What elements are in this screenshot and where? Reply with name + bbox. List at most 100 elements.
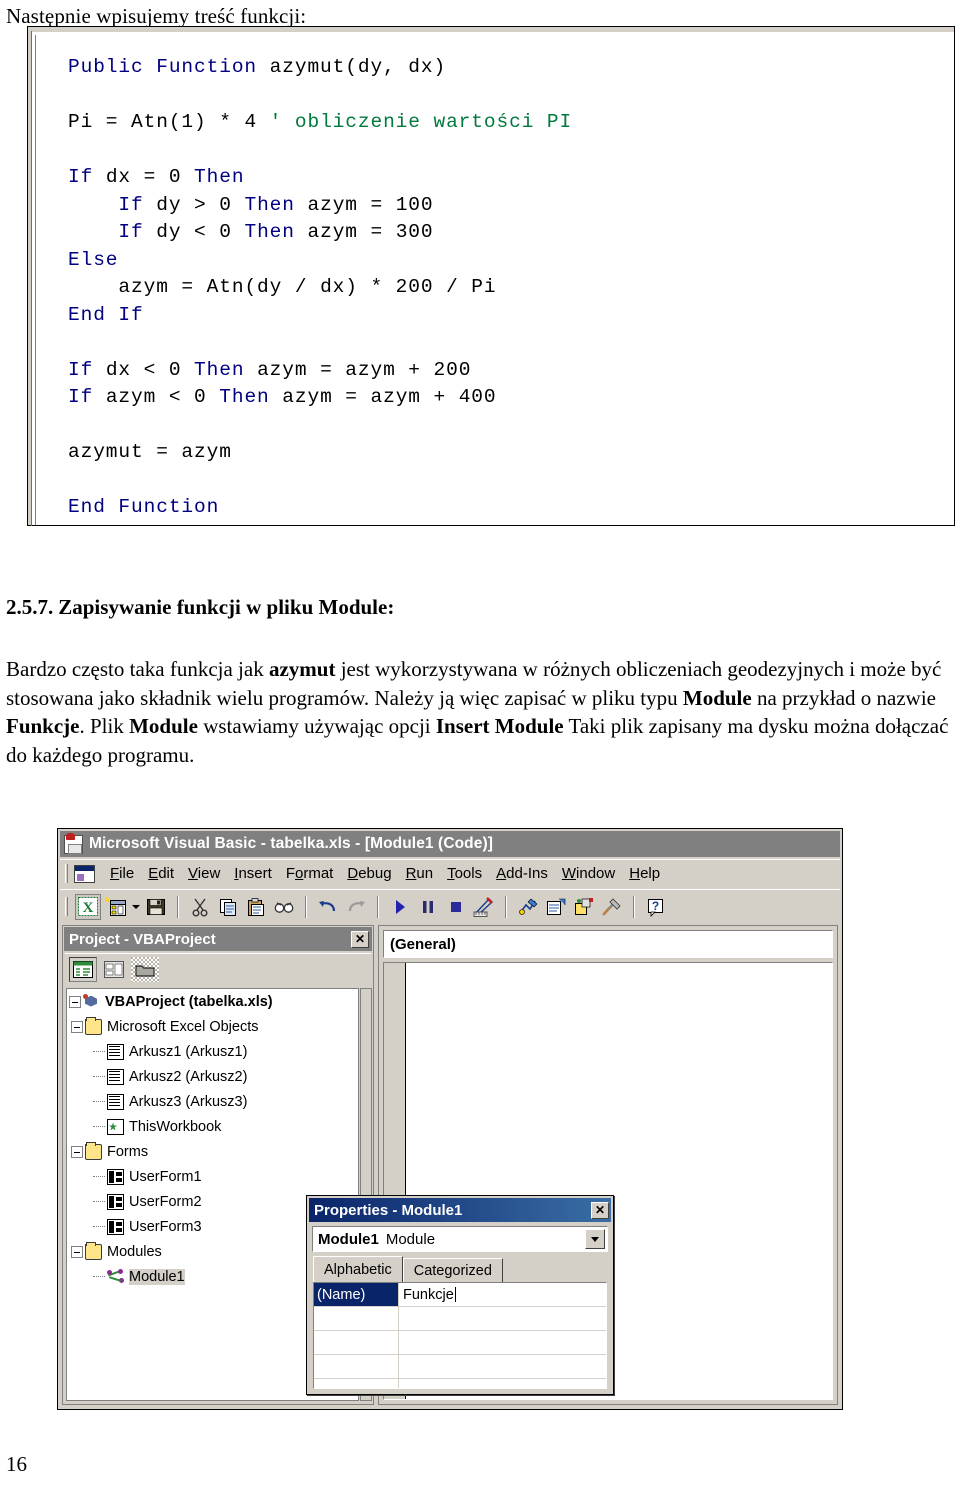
tree-item[interactable]: Arkusz1 (Arkusz1) xyxy=(67,1039,358,1064)
menu-item-insert[interactable]: Insert xyxy=(227,863,279,884)
run-icon[interactable] xyxy=(387,894,413,920)
toolbar-grip[interactable] xyxy=(65,897,68,916)
properties-object-combo[interactable]: Module1 Module xyxy=(312,1226,608,1252)
break-icon[interactable] xyxy=(415,894,441,920)
insert-dropdown-icon[interactable] xyxy=(130,894,142,920)
insert-userform-icon[interactable] xyxy=(103,894,129,920)
code-line: If dx < 0 Then azym = azym + 200 xyxy=(68,358,472,381)
tree-expander-icon[interactable] xyxy=(71,1245,83,1258)
find-icon[interactable] xyxy=(271,894,297,920)
property-value-empty xyxy=(398,1331,606,1354)
code-listing-text: Public Function azymut(dy, dx) Pi = Atn(1… xyxy=(68,54,946,522)
paragraph-emphasis: azymut xyxy=(268,657,336,681)
tree-item[interactable]: ThisWorkbook xyxy=(67,1114,358,1139)
property-row[interactable]: (Name) Funkcje xyxy=(314,1283,606,1307)
menu-item-edit[interactable]: Edit xyxy=(141,863,181,884)
view-code-icon[interactable] xyxy=(69,957,97,982)
undo-icon[interactable] xyxy=(315,894,341,920)
paste-icon[interactable] xyxy=(243,894,269,920)
properties-window-icon[interactable] xyxy=(543,894,569,920)
menu-item-debug[interactable]: Debug xyxy=(340,863,398,884)
tree-item[interactable]: VBAProject (tabelka.xls) xyxy=(67,989,358,1014)
project-explorer-toolbar xyxy=(65,953,371,985)
property-row-empty xyxy=(314,1355,606,1379)
svg-text:X: X xyxy=(83,900,94,916)
menu-item-view[interactable]: View xyxy=(181,863,227,884)
tree-item-label: VBAProject (tabelka.xls) xyxy=(105,993,273,1010)
code-line: If dy > 0 Then azym = 100 xyxy=(118,193,434,216)
menu-item-add-ins[interactable]: Add-Ins xyxy=(489,863,555,884)
property-value-empty xyxy=(398,1307,606,1330)
menu-item-run[interactable]: Run xyxy=(399,863,441,884)
section-title: Zapisywanie funkcji w pliku Module: xyxy=(58,595,395,619)
property-value-input[interactable]: Funkcje xyxy=(398,1283,606,1306)
tree-connector xyxy=(93,1101,105,1102)
project-explorer-title-bar: Project - VBAProject ✕ xyxy=(64,927,372,951)
toolbox-icon[interactable] xyxy=(599,894,625,920)
property-key-empty xyxy=(314,1379,398,1388)
menu-item-window[interactable]: Window xyxy=(555,863,622,884)
property-row-empty xyxy=(314,1307,606,1331)
project-explorer-icon[interactable] xyxy=(515,894,541,920)
toolbar-separator xyxy=(177,895,179,918)
view-object-icon[interactable] xyxy=(100,957,128,982)
code-line: Public Function azymut(dy, dx) xyxy=(68,56,447,78)
menu-item-help[interactable]: Help xyxy=(622,863,667,884)
properties-window: Properties - Module1 ✕ Module1 Module Al… xyxy=(306,1195,614,1395)
menu-item-format[interactable]: Format xyxy=(279,863,341,884)
project-explorer-title: Project - VBAProject xyxy=(69,930,216,948)
cut-icon[interactable] xyxy=(187,894,213,920)
module-icon xyxy=(107,1268,124,1285)
tree-expander-icon[interactable] xyxy=(71,1145,83,1158)
menu-item-tools[interactable]: Tools xyxy=(440,863,489,884)
tree-item[interactable]: Arkusz3 (Arkusz3) xyxy=(67,1089,358,1114)
object-browser-icon[interactable] xyxy=(571,894,597,920)
vb-control-menu-icon[interactable] xyxy=(74,864,95,883)
vbe-title-text: Microsoft Visual Basic - tabelka.xls - [… xyxy=(89,835,493,852)
folder-icon xyxy=(85,1016,102,1035)
tree-item[interactable]: Microsoft Excel Objects xyxy=(67,1014,358,1039)
menu-item-file[interactable]: File xyxy=(103,863,141,884)
tree-item[interactable]: UserForm1 xyxy=(67,1164,358,1189)
code-line: If azym < 0 Then azym = azym + 400 xyxy=(68,386,497,408)
code-line: Else xyxy=(68,248,119,271)
property-row-empty xyxy=(314,1379,606,1388)
section-heading: 2.5.7. Zapisywanie funkcji w pliku Module… xyxy=(6,595,394,620)
tree-expander-icon[interactable] xyxy=(69,995,81,1008)
properties-title: Properties - Module1 xyxy=(314,1201,463,1219)
userform-icon xyxy=(107,1193,124,1210)
tree-item[interactable]: Arkusz2 (Arkusz2) xyxy=(67,1064,358,1089)
properties-object-type: Module xyxy=(385,1230,436,1248)
text-caret xyxy=(454,1287,456,1302)
vbe-standard-toolbar: X ? xyxy=(60,889,840,923)
object-combo[interactable]: (General) xyxy=(383,930,833,958)
copy-icon[interactable] xyxy=(215,894,241,920)
tree-expander-icon[interactable] xyxy=(71,1020,83,1033)
design-mode-icon[interactable] xyxy=(471,894,497,920)
close-icon[interactable]: ✕ xyxy=(351,930,369,948)
save-icon[interactable] xyxy=(143,894,169,920)
redo-icon[interactable] xyxy=(343,894,369,920)
paragraph-emphasis: Module xyxy=(129,714,198,738)
tree-item-label: UserForm3 xyxy=(129,1218,202,1235)
close-icon[interactable]: ✕ xyxy=(591,1201,609,1219)
tree-item[interactable]: Forms xyxy=(67,1139,358,1164)
reset-icon[interactable] xyxy=(443,894,469,920)
property-row-empty xyxy=(314,1331,606,1355)
vbaproject-icon xyxy=(83,993,100,1010)
toggle-folders-icon[interactable] xyxy=(131,957,159,982)
sheet-icon xyxy=(107,1093,124,1110)
view-excel-icon[interactable]: X xyxy=(75,893,101,920)
chevron-down-icon[interactable] xyxy=(585,1229,605,1249)
help-icon[interactable]: ? xyxy=(643,894,669,920)
code-line: azymut = azym xyxy=(68,441,232,463)
property-key: (Name) xyxy=(314,1283,398,1306)
properties-tabs: Alphabetic Categorized xyxy=(313,1256,607,1282)
menubar-grip[interactable] xyxy=(65,864,68,883)
tab-alphabetic[interactable]: Alphabetic xyxy=(313,1256,403,1282)
tab-categorized[interactable]: Categorized xyxy=(402,1258,503,1282)
properties-grid[interactable]: (Name) Funkcje xyxy=(313,1282,607,1389)
section-number: 2.5.7. xyxy=(6,595,54,619)
tree-connector xyxy=(93,1176,105,1177)
